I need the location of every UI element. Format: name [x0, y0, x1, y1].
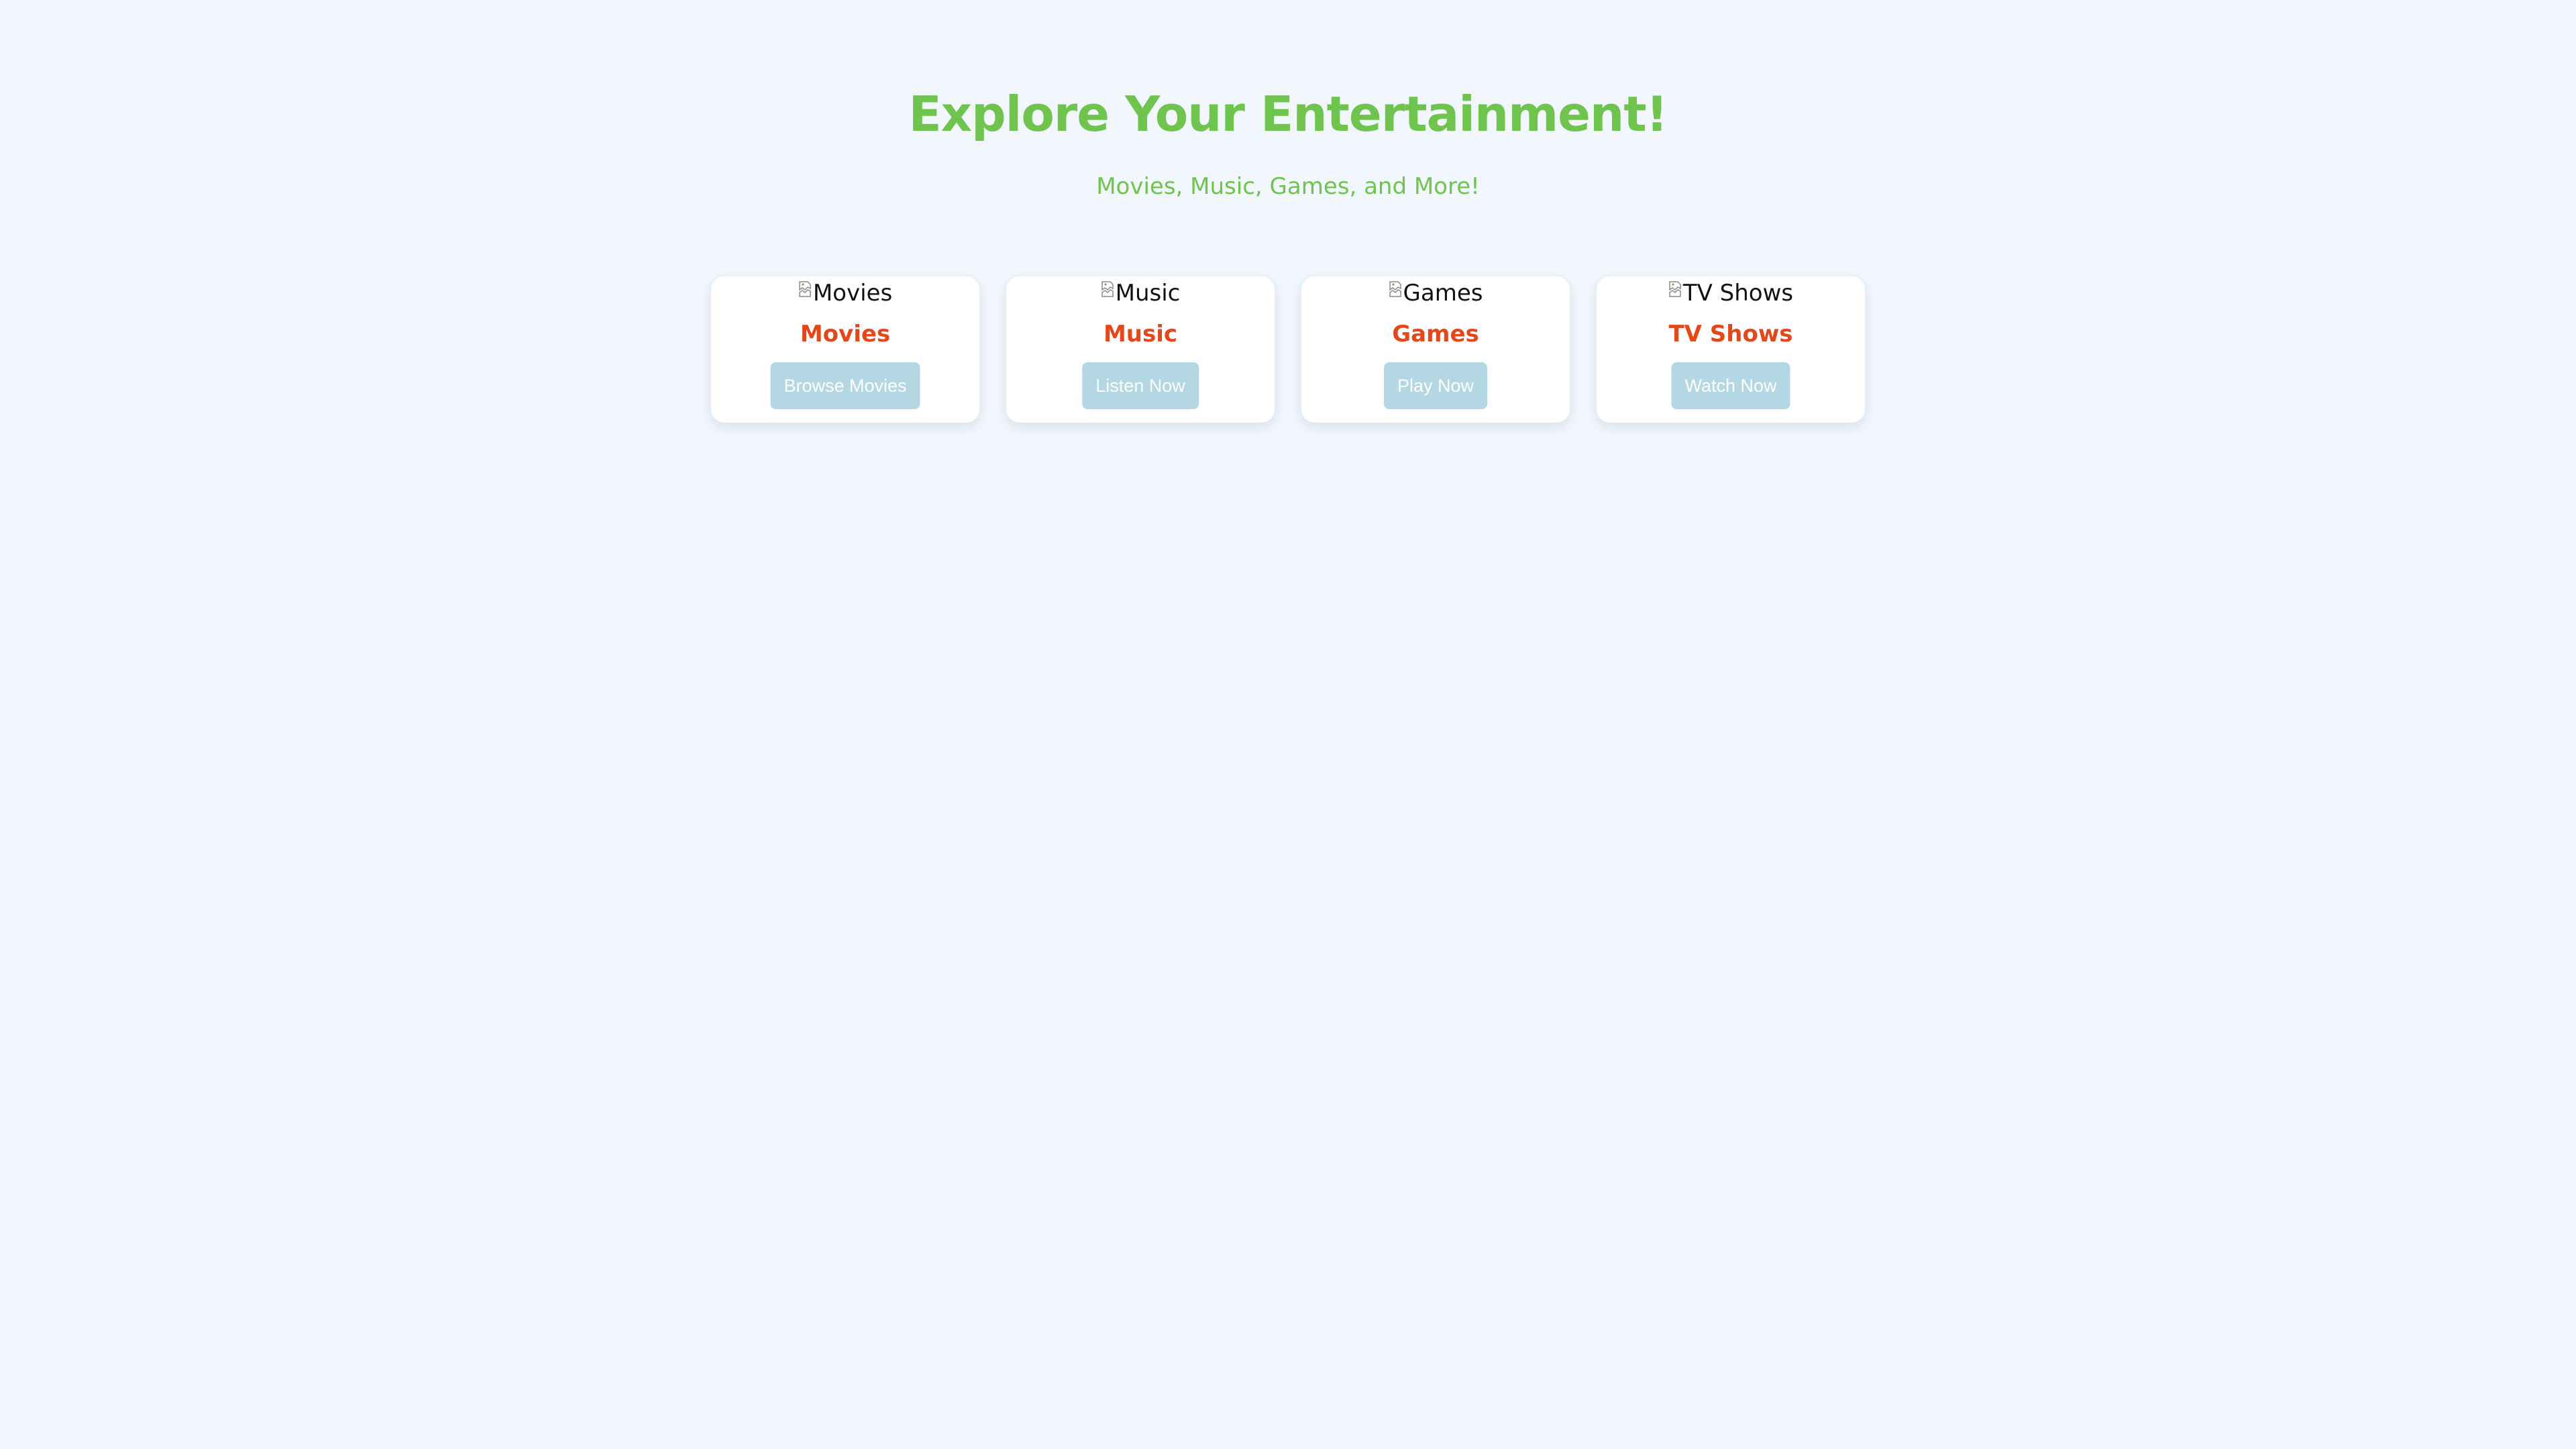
listen-now-button[interactable]: Listen Now: [1082, 362, 1199, 409]
broken-image-icon: [1389, 281, 1401, 297]
card-title: TV Shows: [1668, 321, 1793, 347]
card-image-alt: TV Shows: [1682, 280, 1794, 307]
card-image-alt: Games: [1403, 280, 1483, 307]
card-music: Music Music Listen Now: [1006, 276, 1275, 423]
card-title: Movies: [800, 321, 891, 347]
card-games: Games Games Play Now: [1301, 276, 1570, 423]
card-image-alt: Movies: [812, 280, 893, 307]
card-movies: Movies Movies Browse Movies: [711, 276, 979, 423]
card-image-movies: Movies: [711, 276, 979, 310]
watch-now-button[interactable]: Watch Now: [1671, 362, 1790, 409]
page-title: Explore Your Entertainment!: [908, 86, 1668, 142]
browse-movies-button[interactable]: Browse Movies: [770, 362, 920, 409]
card-image-alt: Music: [1115, 280, 1181, 307]
card-image-games: Games: [1301, 276, 1570, 310]
card-title: Games: [1392, 321, 1479, 347]
card-tv-shows: TV Shows TV Shows Watch Now: [1597, 276, 1865, 423]
card-image-tv-shows: TV Shows: [1597, 276, 1865, 310]
broken-image-icon: [1669, 281, 1681, 297]
page-subtitle: Movies, Music, Games, and More!: [1096, 173, 1480, 200]
card-image-music: Music: [1006, 276, 1275, 310]
card-title: Music: [1103, 321, 1178, 347]
broken-image-icon: [799, 281, 811, 297]
category-cards: Movies Movies Browse Movies Music Music …: [711, 276, 1865, 423]
play-now-button[interactable]: Play Now: [1383, 362, 1488, 409]
page: Explore Your Entertainment! Movies, Musi…: [0, 0, 2576, 1449]
broken-image-icon: [1101, 281, 1114, 297]
